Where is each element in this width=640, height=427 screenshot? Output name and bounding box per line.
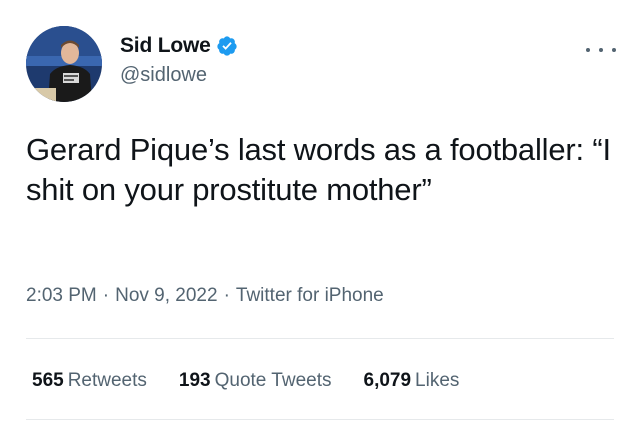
quote-tweets-label: Quote Tweets xyxy=(214,370,332,391)
tweet-time[interactable]: 2:03 PM xyxy=(26,285,97,306)
divider xyxy=(26,419,614,420)
tweet-card: NE Sid Lowe @sidlowe Gerard Pique’s last… xyxy=(0,0,640,427)
meta-separator: · xyxy=(102,285,110,306)
tweet-date[interactable]: Nov 9, 2022 xyxy=(115,285,217,306)
meta-separator: · xyxy=(223,285,230,306)
more-dot xyxy=(586,48,590,52)
name-row: Sid Lowe xyxy=(120,33,238,59)
display-name[interactable]: Sid Lowe xyxy=(120,34,211,58)
verified-badge-icon xyxy=(216,35,238,57)
retweets-count: 565 xyxy=(32,370,64,391)
tweet-text: Gerard Pique’s last words as a footballe… xyxy=(26,132,611,207)
more-dot xyxy=(599,48,603,52)
user-handle[interactable]: @sidlowe xyxy=(120,64,238,87)
engagement-stats: 565 Retweets 193 Quote Tweets 6,079 Likes xyxy=(32,370,491,392)
quote-tweets-stat[interactable]: 193 Quote Tweets xyxy=(179,370,332,392)
likes-count: 6,079 xyxy=(363,370,412,391)
more-options-icon[interactable] xyxy=(586,40,616,60)
retweets-stat[interactable]: 565 Retweets xyxy=(32,370,147,392)
profile-photo: NE xyxy=(26,26,102,102)
quote-tweets-count: 193 xyxy=(178,370,211,391)
more-dot xyxy=(612,48,616,52)
divider xyxy=(26,338,614,339)
svg-text:NE: NE xyxy=(30,93,40,100)
likes-label: Likes xyxy=(415,370,460,391)
retweets-label: Retweets xyxy=(67,370,147,391)
author-block: Sid Lowe @sidlowe xyxy=(120,33,238,87)
tweet-source[interactable]: Twitter for iPhone xyxy=(236,285,384,306)
tweet-meta: 2:03 PM · Nov 9, 2022 · Twitter for iPhone xyxy=(26,285,384,307)
avatar[interactable]: NE xyxy=(26,26,102,102)
likes-stat[interactable]: 6,079 Likes xyxy=(364,370,460,392)
